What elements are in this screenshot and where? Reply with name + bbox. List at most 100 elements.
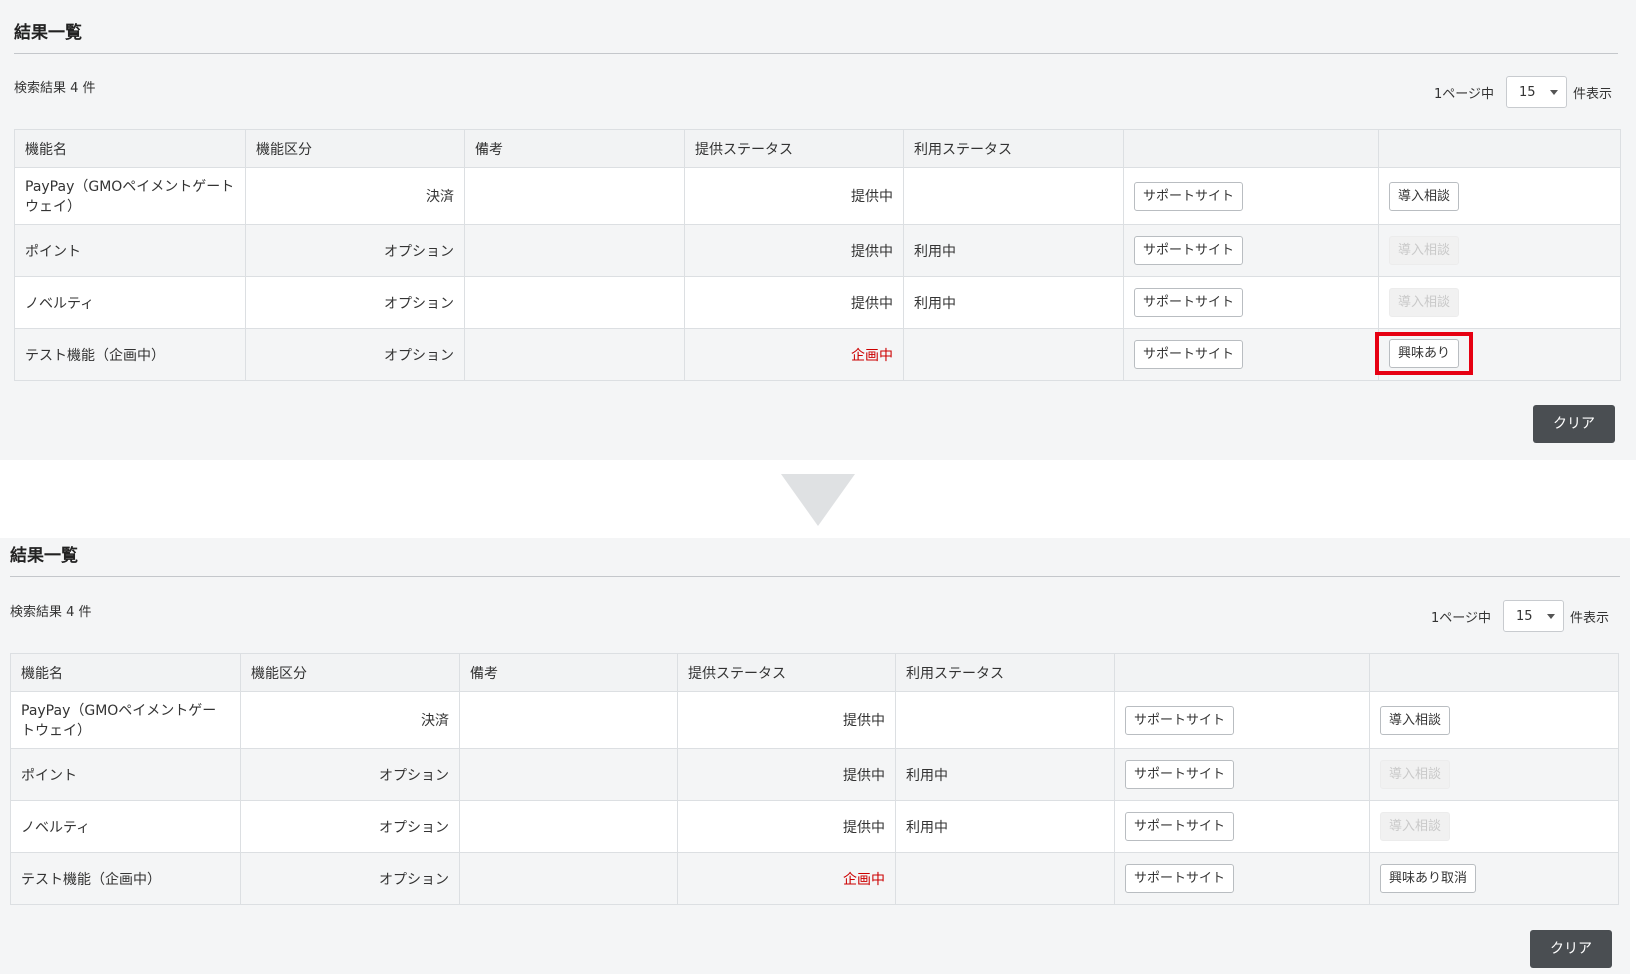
column-header: 機能区分: [245, 129, 465, 168]
feature-name: PayPay（GMOペイメントゲートウェイ）: [14, 167, 246, 225]
support-site-button[interactable]: サポートサイト: [1134, 236, 1244, 265]
per-page-select[interactable]: 15: [1506, 76, 1568, 108]
per-page-suffix: 件表示: [1573, 86, 1613, 102]
interest-button[interactable]: 興味あり: [1389, 339, 1460, 368]
per-page-suffix: 件表示: [1570, 610, 1610, 626]
per-page-control: 1ページ中 15 件表示: [1431, 600, 1609, 632]
feature-category: オプション: [245, 224, 465, 277]
provide-status-planned: 企画中: [684, 328, 904, 381]
feature-note: [459, 748, 678, 801]
result-count: 検索結果 4 件: [10, 605, 92, 620]
provide-status: 提供中: [684, 167, 904, 225]
caret-down-icon: [1547, 613, 1556, 619]
clear-button[interactable]: クリア: [1530, 930, 1612, 968]
support-site-button[interactable]: サポートサイト: [1134, 288, 1244, 317]
use-status: 利用中: [895, 800, 1115, 853]
consultation-button-disabled: 導入相談: [1389, 236, 1460, 265]
per-page-select[interactable]: 15: [1503, 600, 1565, 632]
column-header: 機能区分: [240, 653, 460, 692]
feature-name: PayPay（GMOペイメントゲートウェイ）: [10, 691, 241, 749]
per-page-value: 15: [1516, 608, 1533, 624]
feature-name: テスト機能（企画中）: [10, 852, 241, 905]
per-page-prefix: 1ページ中: [1431, 610, 1492, 626]
results-panel-after: 結果一覧 検索結果 4 件 1ページ中 15 件表示 機能名 機能区分 備考 提…: [0, 538, 1630, 974]
feature-category: オプション: [245, 328, 465, 381]
feature-note: [464, 167, 685, 225]
feature-note: [459, 800, 678, 853]
consultation-button[interactable]: 導入相談: [1380, 705, 1451, 735]
results-panel-before: 結果一覧 検索結果 4 件 1ページ中 15 件表示 機能名 機能区分 備考 提…: [0, 0, 1636, 460]
column-header: 機能名: [10, 653, 241, 692]
table-row: ノベルティ オプション 提供中 利用中 サポートサイト 導入相談: [14, 276, 1621, 329]
consultation-button-disabled: 導入相談: [1389, 288, 1460, 317]
provide-status-planned: 企画中: [677, 852, 896, 905]
use-status: [895, 691, 1115, 749]
highlight-box: 興味あり: [1375, 332, 1474, 375]
feature-name: ポイント: [14, 224, 246, 277]
feature-category: オプション: [240, 800, 460, 853]
use-status: [903, 167, 1124, 225]
column-header: [1378, 129, 1621, 168]
support-site-button[interactable]: サポートサイト: [1125, 760, 1235, 789]
results-table: 機能名 機能区分 備考 提供ステータス 利用ステータス PayPay（GMOペイ…: [14, 129, 1621, 381]
use-status: 利用中: [895, 748, 1115, 801]
feature-note: [464, 276, 685, 329]
feature-category: 決済: [245, 167, 465, 225]
feature-name: ノベルティ: [10, 800, 241, 853]
provide-status: 提供中: [677, 748, 896, 801]
column-header: 備考: [459, 653, 678, 692]
column-header: 利用ステータス: [895, 653, 1115, 692]
table-row: テスト機能（企画中） オプション 企画中 サポートサイト 興味あり: [14, 328, 1621, 381]
caret-down-icon: [1550, 89, 1559, 95]
feature-category: 決済: [240, 691, 460, 749]
use-status: [903, 328, 1124, 381]
down-triangle-icon: [781, 474, 855, 526]
provide-status: 提供中: [684, 224, 904, 277]
column-header: 提供ステータス: [677, 653, 896, 692]
table-row: PayPay（GMOペイメントゲートウェイ） 決済 提供中 サポートサイト 導入…: [14, 167, 1621, 225]
support-site-button[interactable]: サポートサイト: [1134, 181, 1244, 211]
feature-name: ポイント: [10, 748, 241, 801]
support-site-button[interactable]: サポートサイト: [1125, 705, 1235, 735]
table-row: PayPay（GMOペイメントゲートウェイ） 決済 提供中 サポートサイト 導入…: [10, 691, 1619, 749]
per-page-prefix: 1ページ中: [1434, 86, 1495, 102]
consultation-button-disabled: 導入相談: [1380, 760, 1451, 789]
feature-note: [459, 691, 678, 749]
section-title: 結果一覧: [10, 546, 78, 566]
title-divider: [10, 576, 1620, 577]
title-divider: [14, 53, 1618, 54]
column-header: 利用ステータス: [903, 129, 1124, 168]
support-site-button[interactable]: サポートサイト: [1125, 812, 1235, 841]
column-header: 備考: [464, 129, 685, 168]
column-header: [1123, 129, 1379, 168]
per-page-value: 15: [1519, 84, 1536, 100]
cancel-interest-button[interactable]: 興味あり取消: [1380, 864, 1477, 893]
clear-button[interactable]: クリア: [1533, 405, 1615, 443]
table-row: ポイント オプション 提供中 利用中 サポートサイト 導入相談: [10, 748, 1619, 801]
provide-status: 提供中: [677, 800, 896, 853]
use-status: 利用中: [903, 276, 1124, 329]
results-table: 機能名 機能区分 備考 提供ステータス 利用ステータス PayPay（GMOペイ…: [10, 653, 1619, 905]
table-header-row: 機能名 機能区分 備考 提供ステータス 利用ステータス: [10, 653, 1619, 692]
feature-note: [464, 328, 685, 381]
table-row: テスト機能（企画中） オプション 企画中 サポートサイト 興味あり取消: [10, 852, 1619, 905]
feature-category: オプション: [245, 276, 465, 329]
section-title: 結果一覧: [14, 23, 82, 43]
support-site-button[interactable]: サポートサイト: [1125, 864, 1235, 893]
feature-category: オプション: [240, 748, 460, 801]
feature-name: ノベルティ: [14, 276, 246, 329]
consultation-button-disabled: 導入相談: [1380, 812, 1451, 841]
provide-status: 提供中: [677, 691, 896, 749]
feature-name: テスト機能（企画中）: [14, 328, 246, 381]
column-header: [1114, 653, 1370, 692]
support-site-button[interactable]: サポートサイト: [1134, 340, 1244, 369]
column-header: [1369, 653, 1619, 692]
use-status: [895, 852, 1115, 905]
column-header: 機能名: [14, 129, 246, 168]
table-header-row: 機能名 機能区分 備考 提供ステータス 利用ステータス: [14, 129, 1621, 168]
provide-status: 提供中: [684, 276, 904, 329]
consultation-button[interactable]: 導入相談: [1389, 181, 1460, 211]
use-status: 利用中: [903, 224, 1124, 277]
feature-category: オプション: [240, 852, 460, 905]
feature-note: [459, 852, 678, 905]
